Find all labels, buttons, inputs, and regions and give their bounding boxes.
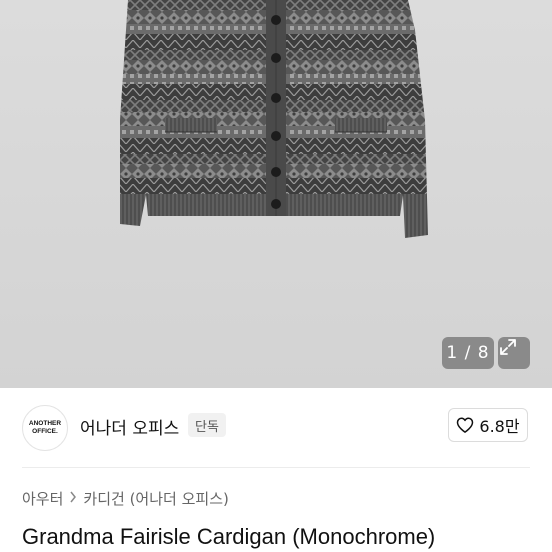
- like-count: 6.8만: [479, 417, 520, 436]
- image-counter: 1 / 8: [442, 337, 494, 369]
- cardigan-image: [120, 0, 428, 238]
- product-image-gallery[interactable]: 1 / 8: [0, 0, 552, 388]
- breadcrumb: 아우터 카디건 (어나더 오피스): [22, 488, 229, 509]
- expand-icon: [500, 339, 516, 355]
- exclusive-badge: 단독: [188, 413, 226, 437]
- chevron-right-icon: [69, 491, 77, 507]
- divider: [22, 467, 530, 468]
- logo-text-line2: OFFICE.: [32, 428, 58, 435]
- brand-logo[interactable]: ANOTHER OFFICE.: [22, 405, 68, 451]
- brand-row: ANOTHER OFFICE. 어나더 오피스 단독 6.8만: [0, 400, 552, 454]
- heart-icon: [457, 417, 474, 433]
- like-button[interactable]: 6.8만: [448, 408, 528, 442]
- brand-name-link[interactable]: 어나더 오피스: [80, 414, 179, 439]
- breadcrumb-item-outer[interactable]: 아우터: [22, 488, 63, 509]
- product-title: Grandma Fairisle Cardigan (Monochrome): [22, 524, 436, 549]
- logo-text-line1: ANOTHER: [28, 420, 62, 427]
- breadcrumb-item-cardigan[interactable]: 카디건 (어나더 오피스): [83, 488, 228, 509]
- expand-button[interactable]: [498, 337, 530, 369]
